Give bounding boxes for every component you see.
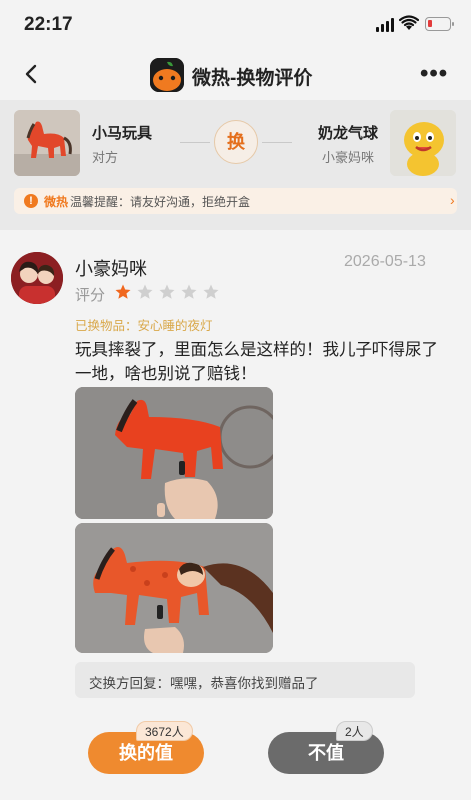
battery-icon [425, 17, 454, 31]
tip-banner[interactable]: ! 微热 温馨提醒：请友好沟通，拒绝开盒 › [14, 188, 457, 214]
left-item-owner: 对方 [92, 150, 119, 165]
status-bar: 22:17 [0, 0, 471, 52]
cellular-signal-icon [376, 18, 394, 32]
status-time: 22:17 [24, 14, 73, 35]
left-item-image[interactable] [14, 110, 80, 176]
exchange-summary: 小马玩具 对方 换 奶龙气球 小豪妈咪 ! 微热 温馨提醒：请友好沟通，拒绝开盒… [0, 100, 471, 230]
avatar[interactable] [11, 252, 63, 304]
review-date: 2026-05-13 [344, 253, 426, 270]
review-comment: 玩具摔裂了，里面怎么是这样的！我儿子吓得尿了一地，啥也别说了赔钱！ [75, 341, 438, 383]
back-arrow-icon[interactable] [20, 62, 44, 86]
rating-stars [114, 283, 220, 301]
page-title: 微热-换物评价 [192, 68, 313, 89]
left-item-name: 小马玩具 [92, 125, 153, 142]
top-nav: 微热-换物评价 ••• [0, 52, 471, 98]
chevron-right-icon: › [450, 192, 455, 208]
app-logo-icon [150, 58, 184, 92]
swap-divider-left [180, 142, 210, 143]
review-photo-2[interactable] [75, 523, 273, 653]
right-item-image[interactable] [390, 110, 456, 176]
star-empty-icon [137, 284, 153, 299]
wifi-icon [399, 15, 419, 30]
rating-label: 评分 [75, 287, 106, 304]
more-options-icon[interactable]: ••• [420, 60, 448, 88]
exchanged-item: 已换物品：安心睡的夜灯 [75, 319, 213, 333]
tip-text: 温馨提醒：请友好沟通，拒绝开盒 [70, 195, 251, 209]
swap-icon: 换 [214, 120, 258, 164]
tip-brand: 微热 [44, 195, 69, 209]
star-empty-icon [203, 284, 219, 299]
star-filled-icon [115, 284, 131, 299]
exchange-reply: 交换方回复：嘿嘿，恭喜你找到赠品了 [75, 662, 415, 698]
right-item-name: 奶龙气球 [318, 125, 379, 142]
right-item-owner: 小豪妈咪 [322, 150, 375, 165]
reply-text: 交换方回复：嘿嘿，恭喜你找到赠品了 [89, 676, 319, 691]
star-empty-icon [181, 284, 197, 299]
not-worth-count-badge: 2人 [336, 721, 373, 741]
swap-divider-right [262, 142, 292, 143]
review-photo-1[interactable] [75, 387, 273, 519]
star-empty-icon [159, 284, 175, 299]
reviewer-name[interactable]: 小豪妈咪 [75, 255, 147, 281]
worth-count-badge: 3672人 [136, 721, 193, 741]
warning-icon: ! [24, 194, 38, 208]
